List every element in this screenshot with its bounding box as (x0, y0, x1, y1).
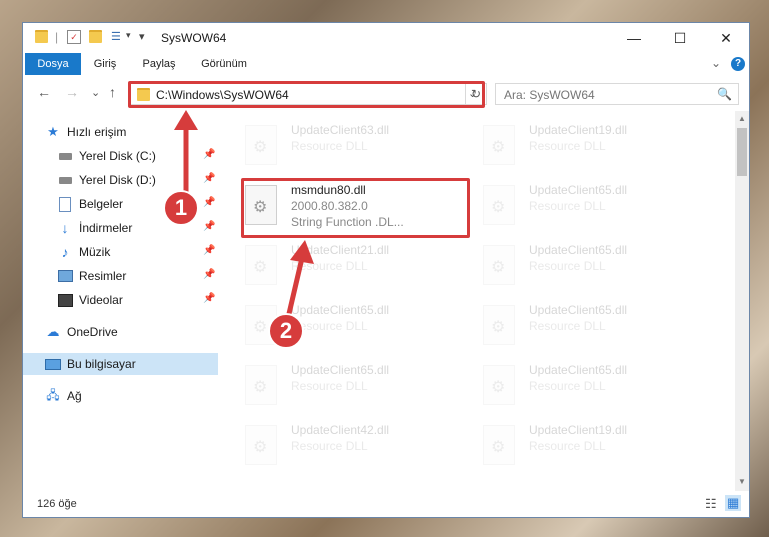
arrow-2-shaft (285, 257, 305, 319)
annotation-arrows (174, 110, 314, 319)
step-2-badge: 2 (268, 313, 304, 349)
arrow-1-head (174, 110, 198, 130)
step-1-badge: 1 (163, 190, 199, 226)
arrow-2-head (290, 240, 314, 264)
